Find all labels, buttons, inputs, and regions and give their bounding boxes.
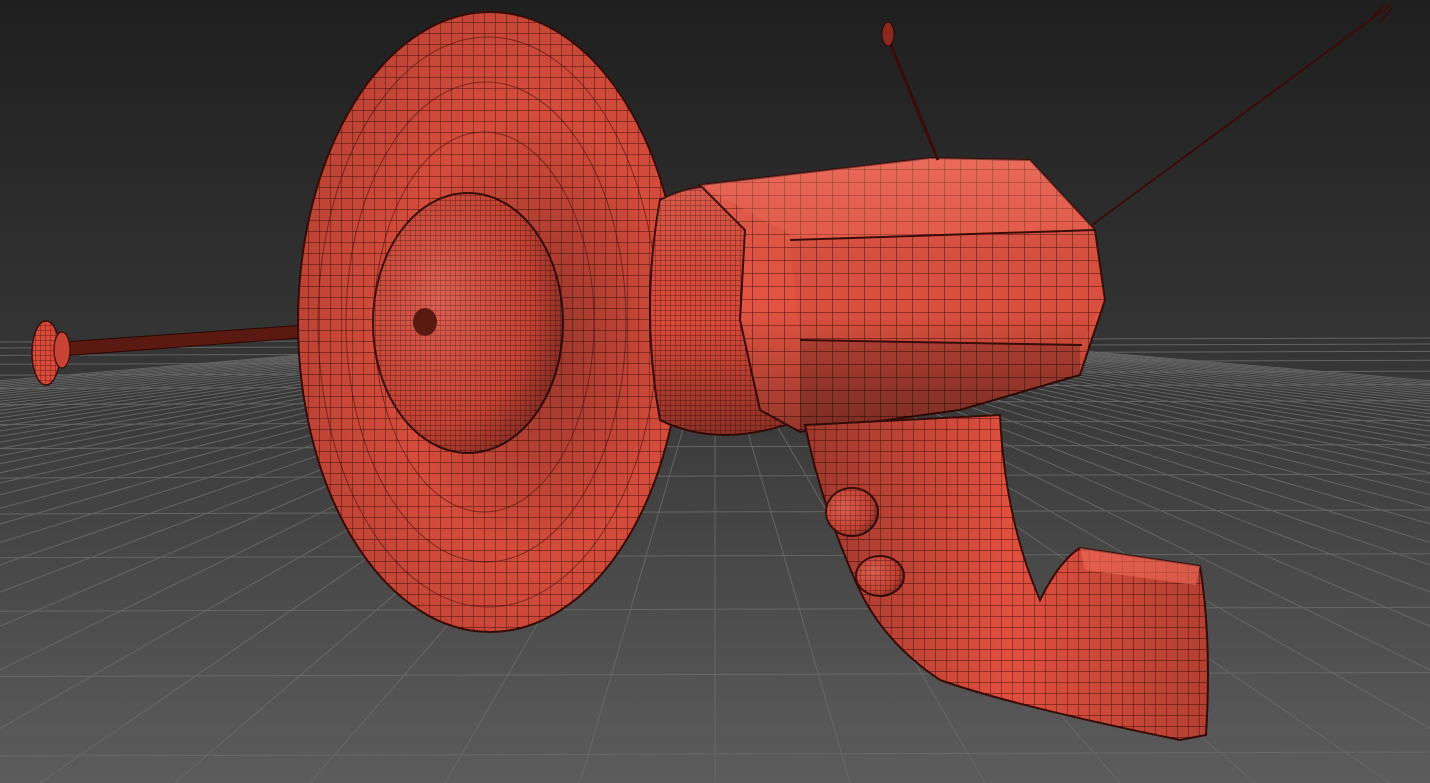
3d-viewport[interactable] (0, 0, 1430, 783)
trigger-button-upper[interactable] (825, 487, 879, 537)
dome-hub[interactable] (372, 192, 564, 454)
trigger-button-lower[interactable] (855, 555, 905, 597)
viewport-canvas[interactable] (0, 0, 1430, 783)
